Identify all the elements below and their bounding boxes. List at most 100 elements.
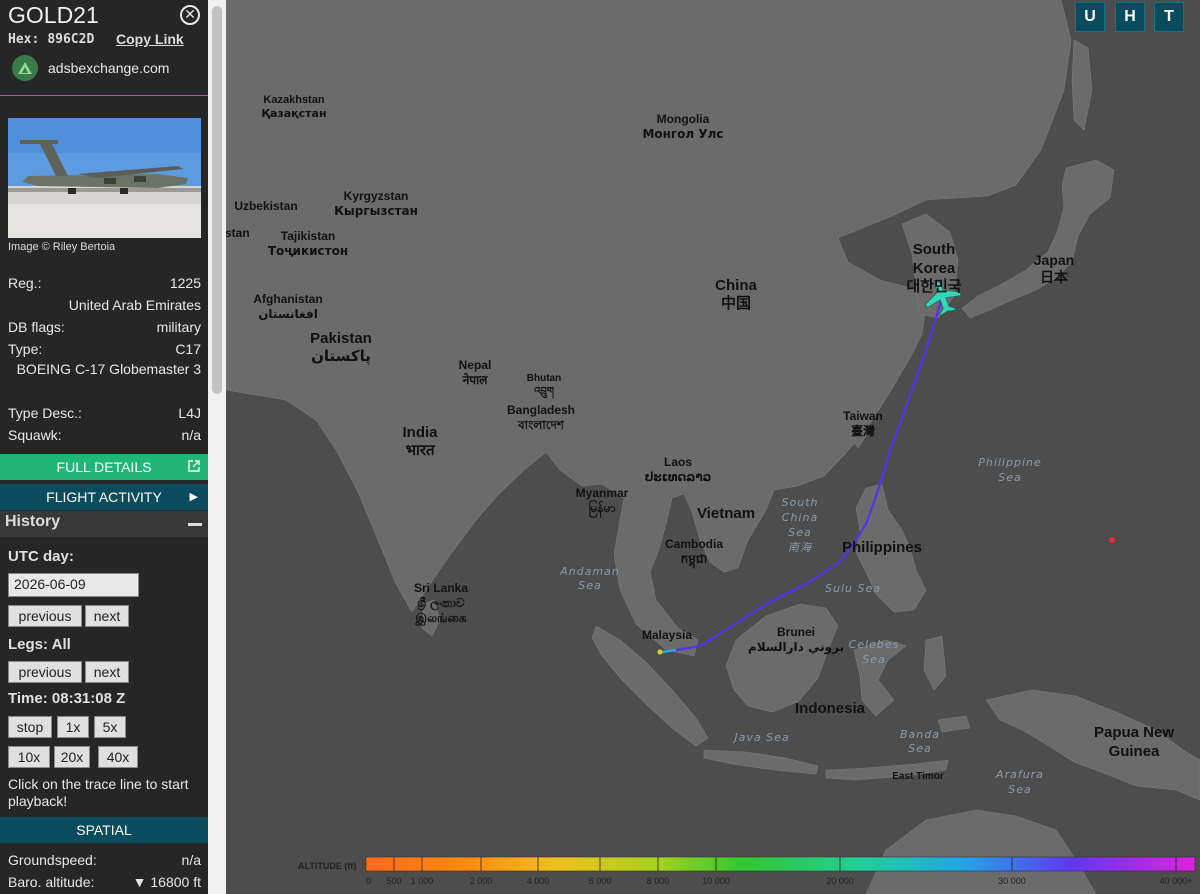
country-local-label: नेपाल: [462, 373, 489, 387]
squawk-value: n/a: [181, 427, 201, 443]
leg-next-button[interactable]: next: [85, 661, 129, 683]
country-label: Indonesia: [795, 700, 866, 717]
speed-10x-button[interactable]: 10x: [8, 746, 50, 768]
legend-tick-label: 0: [366, 876, 371, 886]
country-local-label: 中国: [721, 294, 751, 312]
country-label: Nepal: [459, 358, 492, 372]
country-value: United Arab Emirates: [68, 297, 201, 313]
dbflags-value: military: [156, 319, 201, 335]
speed-40x-button[interactable]: 40x: [98, 746, 138, 768]
baro-altitude-label: Baro. altitude:: [8, 874, 95, 890]
flight-activity-label: FLIGHT ACTIVITY: [46, 489, 162, 505]
day-next-button[interactable]: next: [85, 605, 129, 627]
history-header[interactable]: History: [0, 511, 208, 537]
flight-activity-button[interactable]: FLIGHT ACTIVITY ▶: [0, 484, 208, 510]
map-view[interactable]: Kazakhstan Қазақстан Mongolia Монгол Улс Kyr…: [226, 0, 1200, 894]
country-label: South: [913, 241, 956, 258]
country-local-label: Кыргызстан: [334, 204, 418, 218]
type-value: C17: [175, 341, 201, 357]
reg-value: 1225: [169, 275, 201, 291]
utc-day-input[interactable]: 2026-06-09: [8, 573, 139, 597]
groundspeed-value: n/a: [181, 852, 201, 868]
sea-label: Sea: [862, 653, 886, 666]
country-label: India: [402, 424, 438, 441]
aircraft-sidebar: GOLD21 ✕ Hex: 896C2D Copy Link adsbexchan…: [0, 0, 208, 894]
playback-hint: Click on the trace line to start playbac…: [8, 776, 189, 809]
legend-tick-label: 30 000: [998, 876, 1026, 886]
stop-button[interactable]: stop: [8, 716, 52, 738]
sea-label: Arafura: [995, 768, 1044, 781]
map-u-button[interactable]: U: [1075, 2, 1105, 32]
country-local-label: Монгол Улс: [642, 127, 723, 141]
country-label: nistan: [226, 226, 250, 240]
adsb-site-label: adsbexchange.com: [48, 60, 170, 76]
time-label: Time: 08:31:08 Z: [8, 690, 126, 707]
scrollbar-thumb[interactable]: [212, 6, 222, 394]
country-label: Japan: [1034, 252, 1074, 268]
collapse-icon[interactable]: [188, 523, 202, 526]
sea-label: Java Sea: [732, 731, 789, 744]
country-label: Laos: [664, 455, 692, 469]
country-label: Bhutan: [527, 373, 561, 384]
sea-label: Sea: [578, 579, 602, 592]
country-label: Vietnam: [697, 505, 755, 522]
legend-tick-label: 500: [386, 876, 401, 886]
dbflags-label: DB flags:: [8, 319, 65, 335]
legend-tick-label: 4 000: [527, 876, 550, 886]
altitude-legend-title: ALTITUDE (ft): [298, 861, 357, 871]
hex-row: Hex: 896C2D: [8, 32, 94, 47]
adsb-logo-icon: [12, 55, 38, 81]
aircraft-photo[interactable]: [8, 118, 201, 238]
close-icon[interactable]: ✕: [180, 5, 200, 25]
country-label: Sri Lanka: [414, 581, 468, 595]
country-label: Pakistan: [310, 330, 372, 347]
full-details-button[interactable]: FULL DETAILS: [0, 454, 208, 480]
country-label: Uzbekistan: [234, 199, 297, 213]
country-local-label: বাংলাদেশ: [517, 418, 565, 432]
sea-label: Celebes: [849, 638, 900, 651]
spatial-section-header[interactable]: SPATIAL: [0, 817, 208, 843]
country-label: Myanmar: [576, 486, 629, 500]
sea-label: Sea: [908, 742, 932, 755]
country-local-label: 臺灣: [851, 423, 875, 438]
day-previous-button[interactable]: previous: [8, 605, 82, 627]
adsb-link[interactable]: adsbexchange.com: [12, 55, 169, 81]
country-label: East Timor: [892, 771, 944, 782]
country-label: Kyrgyzstan: [344, 189, 409, 203]
other-aircraft-icon[interactable]: [1109, 537, 1115, 543]
utc-day-label: UTC day:: [8, 548, 74, 565]
legend-tick-label: 40 000+: [1160, 876, 1193, 886]
sidebar-scrollbar[interactable]: [208, 0, 226, 894]
country-local-label: भारत: [405, 441, 436, 459]
speed-20x-button[interactable]: 20x: [54, 746, 90, 768]
baro-altitude-value: ▼ 16800 ft: [132, 874, 201, 890]
country-label: Malaysia: [642, 628, 692, 642]
type-label: Type:: [8, 341, 43, 357]
country-local-label: 日本: [1040, 269, 1069, 286]
country-local-label: بروني دارالسلام: [748, 640, 844, 655]
map-h-button[interactable]: H: [1115, 2, 1145, 32]
legend-tick-label: 6 000: [589, 876, 612, 886]
map-t-button[interactable]: T: [1154, 2, 1184, 32]
legend-tick-label: 8 000: [647, 876, 670, 886]
sea-label: South: [782, 496, 819, 509]
origin-dot: [657, 649, 663, 655]
map-canvas[interactable]: KazakhstanҚазақстан MongoliaМонгол Улс Kyr…: [226, 0, 1200, 894]
hex-label: Hex:: [8, 32, 40, 47]
country-local-label: இலங்கை: [414, 611, 467, 626]
country-local-label: افغانستان: [258, 307, 318, 321]
copy-link-button[interactable]: Copy Link: [116, 31, 184, 47]
country-local-label: 대한민국: [906, 277, 961, 295]
sea-label: China: [782, 511, 818, 524]
leg-previous-button[interactable]: previous: [8, 661, 82, 683]
history-title: History: [5, 513, 61, 530]
country-local-label: پاکستان: [311, 347, 371, 366]
country-label: Afghanistan: [253, 292, 322, 306]
hex-value: 896C2D: [47, 32, 95, 47]
country-label: Tajikistan: [281, 229, 335, 243]
sea-label: Sea: [998, 471, 1022, 484]
speed-5x-button[interactable]: 5x: [94, 716, 126, 738]
speed-1x-button[interactable]: 1x: [57, 716, 89, 738]
typedesc-label: Type Desc.:: [8, 405, 82, 421]
legend-tick-label: 20 000: [826, 876, 854, 886]
